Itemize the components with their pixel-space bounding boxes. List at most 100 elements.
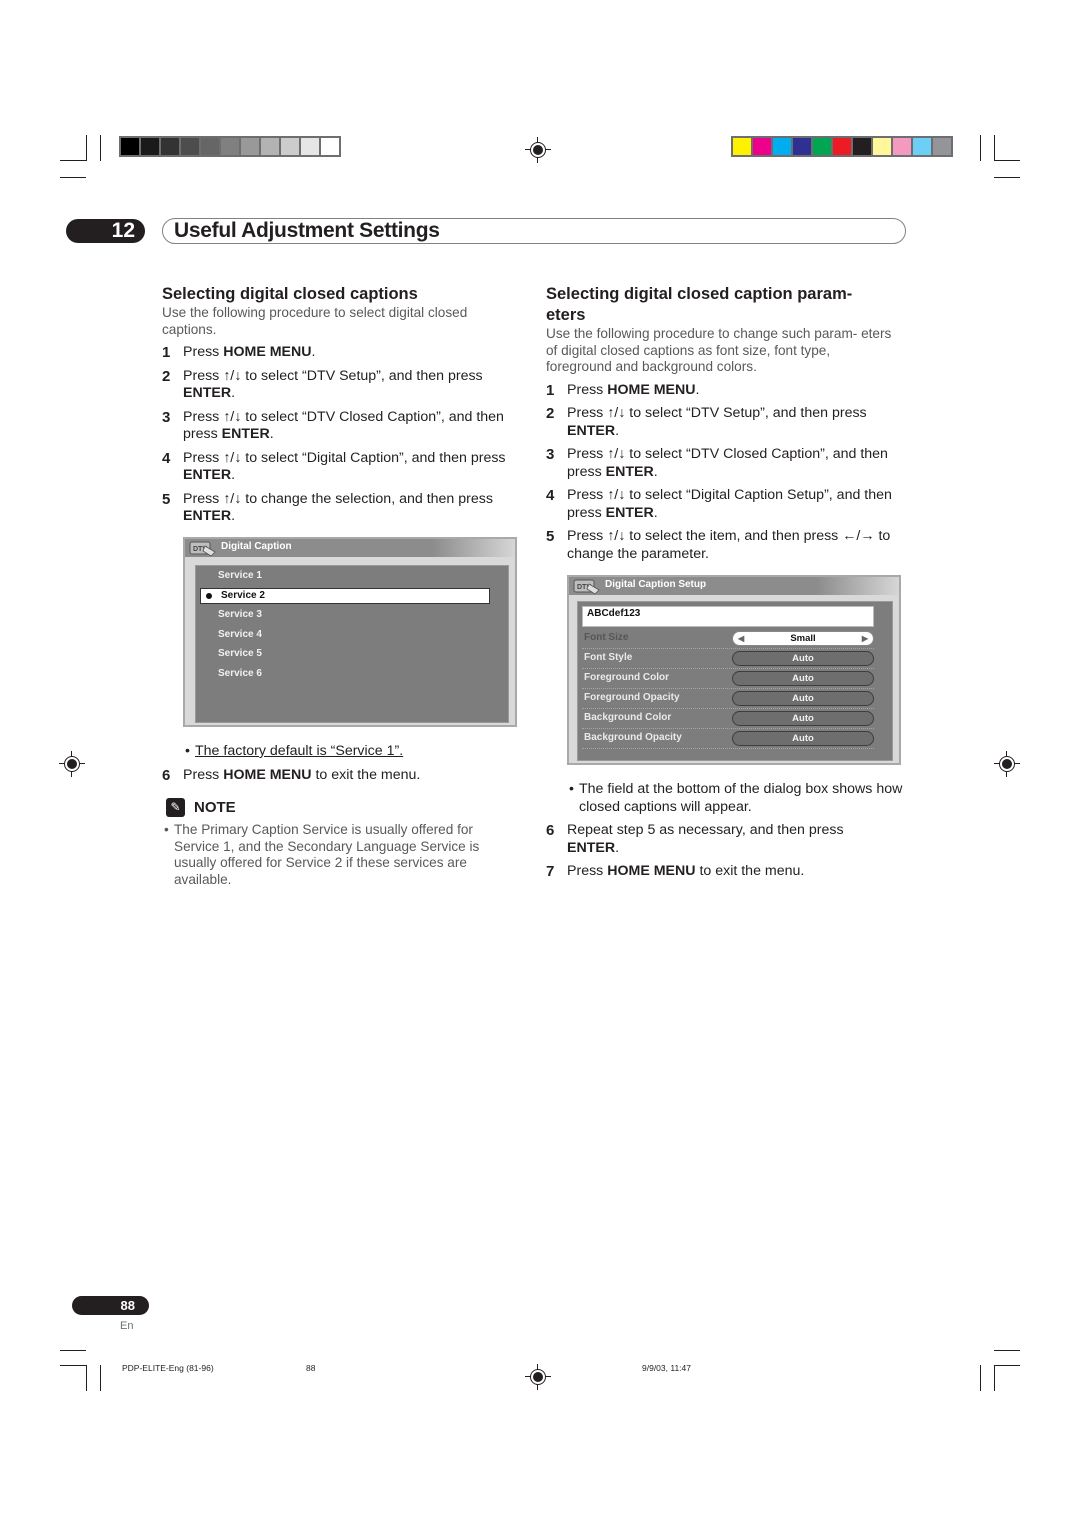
- crop-mark: [980, 135, 981, 161]
- crop-mark: [60, 160, 86, 161]
- note-body: The Primary Caption Service is usually o…: [174, 822, 480, 887]
- step-text: Press: [183, 767, 224, 783]
- service-option[interactable]: Service 3: [218, 609, 262, 620]
- step-text: Press ↑/↓ to select “DTV Setup”, and the…: [183, 367, 483, 384]
- step-text: Press ↑/↓ to select “Digital Caption”, a…: [183, 449, 506, 466]
- service-label: Service 2: [221, 589, 265, 601]
- param-row[interactable]: Foreground Color Auto: [582, 669, 874, 689]
- step-text-end: to exit the menu.: [311, 767, 421, 783]
- color-swatch: [933, 138, 951, 155]
- service-list: Service 1 Service 2 Service 3 Service 4 Serv…: [195, 565, 509, 723]
- step-5: 5 Press ↑/↓ to select the item, and then …: [546, 528, 896, 563]
- process-color-bar: [731, 136, 953, 157]
- param-row[interactable]: Font Style Auto: [582, 649, 874, 669]
- left-arrow-icon[interactable]: ◀: [738, 632, 744, 645]
- osd-title: Digital Caption Setup: [605, 579, 707, 590]
- param-value: Auto: [792, 693, 814, 704]
- color-swatch: [161, 138, 179, 155]
- param-value-selector[interactable]: Auto: [732, 651, 874, 666]
- service-option[interactable]: Service 4: [218, 629, 262, 640]
- crop-mark: [100, 1365, 101, 1391]
- digital-caption-setup-osd: DTV Digital Caption Setup ABCdef123 Font…: [567, 575, 901, 765]
- section-intro: Use the following procedure to change su…: [546, 326, 892, 374]
- step-text-end: to exit the menu.: [695, 863, 805, 879]
- step-number: 2: [546, 405, 555, 422]
- crop-mark: [86, 1365, 87, 1391]
- step-list: 1 Press HOME MENU. 2 Press ↑/↓ to select “D…: [162, 344, 522, 526]
- step-number: 7: [546, 863, 555, 880]
- color-swatch: [893, 138, 911, 155]
- param-value: Auto: [792, 673, 814, 684]
- button-name: ENTER: [567, 839, 616, 856]
- caption-preview-text: ABCdef123: [587, 608, 641, 619]
- crop-mark: [60, 177, 86, 178]
- service-option[interactable]: Service 5: [218, 648, 262, 659]
- color-swatch: [853, 138, 871, 155]
- color-swatch: [301, 138, 319, 155]
- param-row[interactable]: Background Color Auto: [582, 709, 874, 729]
- param-label: Foreground Opacity: [584, 692, 680, 703]
- selected-bullet-icon: [206, 592, 212, 599]
- service-option-selected[interactable]: Service 2: [200, 587, 490, 604]
- step-number: 3: [162, 408, 171, 426]
- step-text-end: .: [231, 467, 236, 483]
- right-arrow-icon[interactable]: ▶: [862, 632, 868, 645]
- registration-mark-icon: [525, 137, 551, 163]
- color-swatch: [321, 138, 339, 155]
- param-label: Background Opacity: [584, 732, 682, 743]
- factory-default-text: The factory default is “Service 1”.: [195, 743, 404, 759]
- step-list: 6 Press HOME MENU to exit the menu.: [162, 761, 522, 785]
- param-label: Foreground Color: [584, 672, 669, 683]
- caption-preview-field: ABCdef123: [582, 606, 874, 627]
- step-text: Press: [567, 863, 608, 879]
- param-value: Auto: [792, 733, 814, 744]
- button-name: ENTER: [605, 504, 654, 521]
- color-swatch: [733, 138, 751, 155]
- step-number: 3: [546, 446, 555, 463]
- chapter-number: 12: [66, 219, 145, 243]
- param-label: Font Style: [584, 652, 633, 663]
- param-value-selector[interactable]: Auto: [732, 691, 874, 706]
- param-value-selector[interactable]: ◀ ▶ Small: [732, 631, 874, 646]
- footer-file-name: PDP-ELITE-Eng (81-96): [122, 1363, 214, 1373]
- crop-mark: [86, 135, 87, 161]
- note-label: NOTE: [194, 799, 236, 816]
- color-swatch: [753, 138, 771, 155]
- crop-mark: [60, 1365, 86, 1366]
- param-value-selector[interactable]: Auto: [732, 711, 874, 726]
- step-text-end: .: [653, 463, 658, 480]
- color-swatch: [261, 138, 279, 155]
- color-swatch: [773, 138, 791, 155]
- section-heading: Selecting digital closed caption param- …: [546, 285, 853, 324]
- step-text-end: .: [231, 385, 236, 401]
- param-row[interactable]: Font Size ◀ ▶ Small: [582, 629, 874, 649]
- param-value: Auto: [792, 653, 814, 664]
- button-name: HOME MENU: [223, 344, 312, 360]
- step-text-end: .: [311, 344, 316, 360]
- footer-timestamp: 9/9/03, 11:47: [642, 1363, 691, 1373]
- preview-note: • The field at the bottom of the dialog b…: [546, 781, 906, 816]
- color-swatch: [833, 138, 851, 155]
- param-value-selector[interactable]: Auto: [732, 731, 874, 746]
- crop-mark: [994, 1365, 995, 1391]
- step-number: 4: [546, 487, 555, 504]
- step-text-end: .: [269, 426, 274, 442]
- dtv-menu-icon: DTV: [573, 579, 600, 595]
- step-6: 6 Press HOME MENU to exit the menu.: [162, 767, 522, 785]
- crop-mark: [994, 1365, 1020, 1366]
- registration-mark-icon: [59, 751, 85, 777]
- step-7: 7 Press HOME MENU to exit the menu.: [546, 863, 896, 881]
- color-swatch: [201, 138, 219, 155]
- step-text: Press ↑/↓ to select the item, and then p…: [567, 528, 891, 562]
- param-value-selector[interactable]: Auto: [732, 671, 874, 686]
- step-text: Press: [567, 381, 608, 398]
- param-row[interactable]: Foreground Opacity Auto: [582, 689, 874, 709]
- service-option[interactable]: Service 1: [218, 570, 262, 581]
- step-list: 6 Repeat step 5 as necessary, and then pr…: [546, 816, 896, 881]
- osd-header: DTV Digital Caption: [185, 539, 515, 557]
- service-option[interactable]: Service 6: [218, 668, 262, 679]
- param-row[interactable]: Background Opacity Auto: [582, 729, 874, 749]
- note-pencil-icon: ✎: [166, 798, 185, 817]
- step-text: Repeat step 5 as necessary, and then pre…: [567, 822, 844, 838]
- step-4: 4 Press ↑/↓ to select “Digital Caption”, …: [162, 450, 522, 485]
